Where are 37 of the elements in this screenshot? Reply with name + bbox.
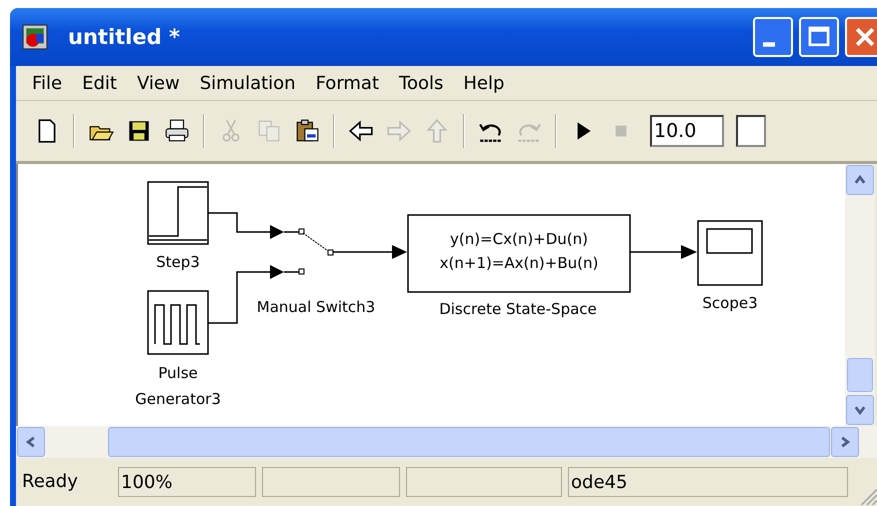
status-pane: ode45 [568, 467, 848, 497]
block-label: Manual Switch3 [256, 298, 376, 316]
block-equation: x(n+1)=Ax(n)+Bu(n) [440, 254, 598, 272]
block-equation: y(n)=Cx(n)+Du(n) [450, 230, 588, 248]
scope-block [697, 220, 763, 286]
scroll-up-button[interactable] [846, 165, 874, 195]
step-block [147, 181, 209, 245]
menu-item[interactable]: File [22, 72, 72, 94]
menu-item[interactable]: Help [453, 72, 514, 94]
window-title: untitled * [68, 25, 180, 49]
scroll-thumb[interactable] [847, 358, 873, 392]
status-text: Ready [21, 470, 79, 494]
minimize-button[interactable] [753, 17, 793, 57]
manual-switch-block [283, 228, 334, 274]
menu-item[interactable]: Edit [72, 72, 127, 94]
menu-item[interactable]: Tools [389, 72, 454, 94]
stop-time-field[interactable]: 10.0 [650, 115, 724, 147]
block-label: Generator3 [135, 390, 221, 408]
scroll-thumb[interactable] [108, 427, 830, 457]
minimize-icon [763, 42, 775, 46]
block-label: Pulse [158, 364, 198, 382]
model-icon [22, 24, 48, 50]
close-button[interactable] [845, 17, 877, 57]
block-label: Discrete State-Space [439, 300, 597, 318]
scroll-down-button[interactable] [846, 395, 874, 425]
block-label: Scope3 [702, 294, 758, 312]
mode-dropdown[interactable] [736, 115, 766, 147]
maximize-button[interactable] [799, 17, 839, 57]
block-label: Step3 [156, 253, 200, 271]
menu-item[interactable]: View [126, 72, 190, 94]
scroll-left-button[interactable] [17, 427, 45, 457]
pulse-block [147, 290, 209, 355]
status-pane: 100% [118, 467, 256, 497]
menu-item[interactable]: Format [306, 72, 390, 94]
menu-item[interactable]: Simulation [190, 72, 306, 94]
scroll-right-button[interactable] [831, 427, 859, 457]
signal-line [630, 245, 697, 259]
